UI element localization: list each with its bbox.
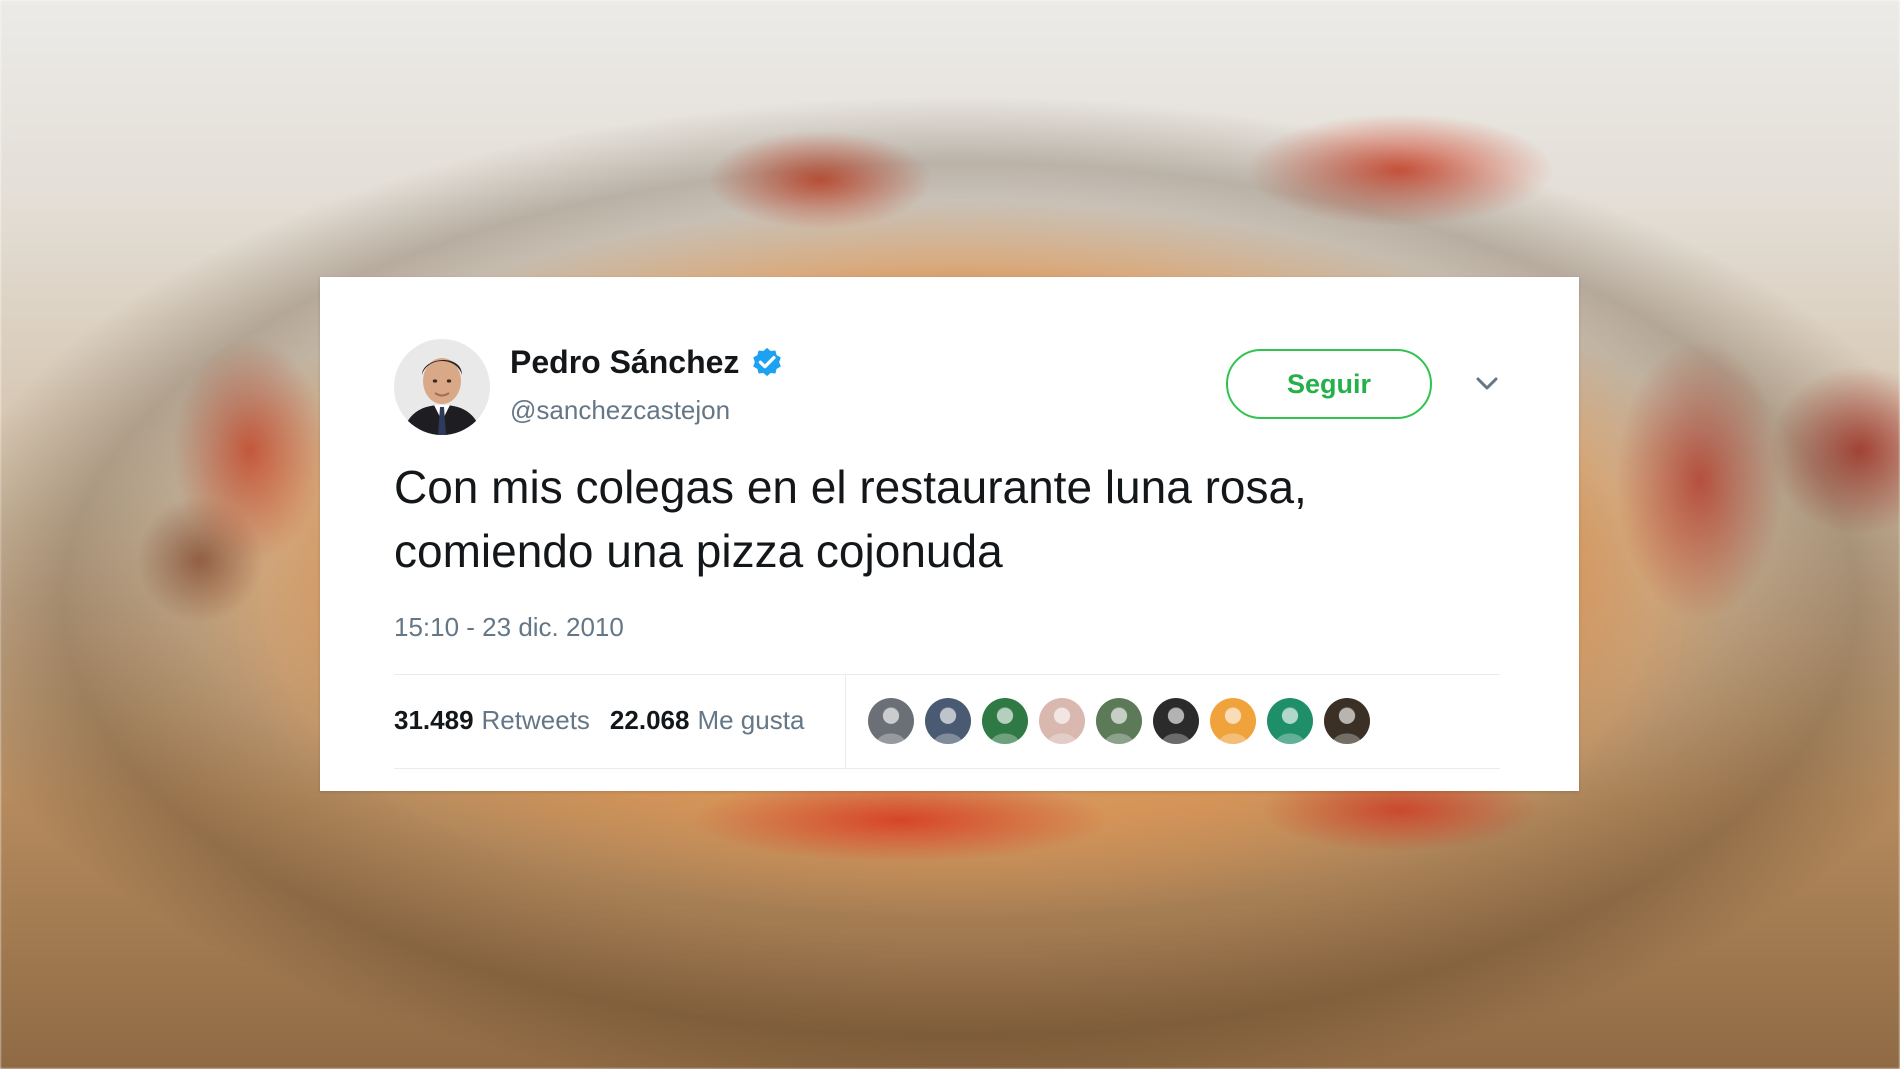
retweets-count[interactable]: 31.489 (394, 705, 474, 736)
likes-label[interactable]: Me gusta (697, 705, 804, 736)
tweet-text-line-1: Con mis colegas en el restaurante luna r… (394, 461, 1307, 513)
liker-silhouette-icon (990, 708, 1020, 744)
liker-avatar-2[interactable] (925, 698, 971, 744)
liker-silhouette-icon (1161, 708, 1191, 744)
liker-avatar-1[interactable] (868, 698, 914, 744)
stats-divider (845, 674, 846, 768)
liker-avatar-7[interactable] (1210, 698, 1256, 744)
likes-count[interactable]: 22.068 (610, 705, 690, 736)
follow-button[interactable]: Seguir (1226, 349, 1432, 419)
retweets-label[interactable]: Retweets (482, 705, 590, 736)
verified-badge-icon (749, 344, 785, 380)
liker-avatar-3[interactable] (982, 698, 1028, 744)
avatar[interactable] (394, 339, 490, 435)
tweet-timestamp[interactable]: 15:10 - 23 dic. 2010 (394, 612, 624, 643)
liker-silhouette-icon (1218, 708, 1248, 744)
liker-avatars (868, 698, 1370, 744)
chevron-down-icon[interactable] (1469, 365, 1505, 401)
tweet-card: Pedro Sánchez @sanchezcastejon Seguir Co… (320, 277, 1579, 791)
liker-silhouette-icon (1275, 708, 1305, 744)
liker-avatar-4[interactable] (1039, 698, 1085, 744)
liker-avatar-8[interactable] (1267, 698, 1313, 744)
liker-silhouette-icon (1047, 708, 1077, 744)
liker-silhouette-icon (876, 708, 906, 744)
display-name[interactable]: Pedro Sánchez (510, 344, 739, 381)
liker-silhouette-icon (1332, 708, 1362, 744)
liker-silhouette-icon (1104, 708, 1134, 744)
avatar-portrait (394, 339, 490, 435)
user-handle[interactable]: @sanchezcastejon (510, 395, 730, 426)
divider (394, 674, 1500, 675)
tweet-stats: 31.489 Retweets 22.068 Me gusta (394, 697, 804, 743)
tweet-text: Con mis colegas en el restaurante luna r… (394, 455, 1514, 583)
liker-silhouette-icon (933, 708, 963, 744)
liker-avatar-9[interactable] (1324, 698, 1370, 744)
liker-avatar-5[interactable] (1096, 698, 1142, 744)
liker-avatar-6[interactable] (1153, 698, 1199, 744)
display-name-row: Pedro Sánchez (510, 342, 785, 382)
tweet-text-line-2: comiendo una pizza cojonuda (394, 525, 1003, 577)
divider (394, 768, 1500, 769)
